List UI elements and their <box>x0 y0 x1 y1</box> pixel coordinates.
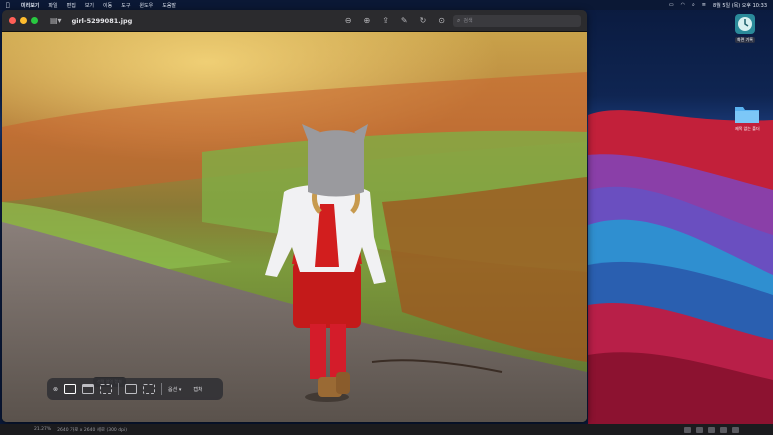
status-icon-5[interactable] <box>732 426 739 433</box>
close-button[interactable] <box>9 17 16 24</box>
menu-app-name[interactable]: 미리보기 <box>21 2 39 9</box>
capture-selection-button[interactable] <box>100 384 113 394</box>
zoom-in-icon[interactable]: ⊕ <box>363 16 370 25</box>
status-icon-2[interactable] <box>696 426 703 433</box>
sidebar-toggle-icon[interactable]: ▤▾ <box>50 16 62 25</box>
options-button[interactable]: 옵션 ▾ <box>168 386 181 393</box>
status-icons <box>684 426 739 433</box>
battery-icon[interactable]: ▭ <box>669 2 674 8</box>
capture-button[interactable]: 캡처 <box>193 386 202 393</box>
time-machine-icon <box>735 14 755 34</box>
menu-help[interactable]: 도움말 <box>162 2 176 9</box>
menu-clock[interactable]: 8월 5일 (목) 오후 10:33 <box>713 2 767 9</box>
rotate-icon[interactable]: ↻ <box>420 16 427 25</box>
search-spotlight-icon[interactable]: ⌕ <box>692 2 695 8</box>
hud-divider <box>118 383 120 395</box>
hud-divider-2 <box>161 383 163 395</box>
wifi-icon[interactable]: ◠ <box>681 2 685 8</box>
capture-entire-screen-button[interactable] <box>64 384 77 394</box>
search-icon: ⌕ <box>457 16 461 24</box>
search-placeholder: 검색 <box>463 18 473 24</box>
apple-icon[interactable]:  <box>6 2 12 9</box>
minimize-button[interactable] <box>20 17 27 24</box>
folder-icon <box>735 107 760 123</box>
menu-view[interactable]: 보기 <box>85 2 94 9</box>
zoom-level: 21.27% <box>34 427 52 432</box>
control-center-icon[interactable]: ≡ <box>702 2 706 8</box>
menu-bar:  미리보기 파일 편집 보기 이동 도구 윈도우 도움말 ▭ ◠ ⌕ ≡ 8월… <box>0 0 773 10</box>
record-screen-button[interactable] <box>125 384 138 394</box>
desktop-icon-untitled-folder[interactable]: 제목 없는 폴더 <box>733 104 762 132</box>
desktop-icon-label: 제목 없는 폴더 <box>735 126 760 131</box>
markup-pen-icon[interactable]: ✎ <box>401 16 408 25</box>
menu-window[interactable]: 윈도우 <box>139 2 153 9</box>
girl-photo <box>2 32 587 422</box>
zoom-button[interactable] <box>31 17 38 24</box>
close-hud-icon[interactable]: ⊗ <box>53 386 58 393</box>
menu-tools[interactable]: 도구 <box>121 2 130 9</box>
menu-edit[interactable]: 편집 <box>67 2 76 9</box>
photo-canvas[interactable]: 선택 영역 캡처 ⊗ 옵션 ▾ 캡처 <box>2 32 587 422</box>
menu-file[interactable]: 파일 <box>48 2 57 9</box>
wallpaper-waves <box>588 110 773 435</box>
status-icon-1[interactable] <box>684 426 691 433</box>
search-field[interactable]: ⌕ 검색 <box>453 14 581 27</box>
document-title: girl-5299081.jpg <box>71 16 133 25</box>
zoom-out-icon[interactable]: ⊖ <box>345 16 352 25</box>
status-icon-3[interactable] <box>708 426 715 433</box>
image-info: 2640 가로 x 2640 세로 (300 dpi) <box>57 427 127 433</box>
record-selection-button[interactable] <box>143 384 156 394</box>
markup-toolbar-icon[interactable]: ⊙ <box>438 16 445 25</box>
screenshot-hud: ⊗ 옵션 ▾ 캡처 <box>47 378 223 400</box>
desktop-icon-screen-recording[interactable]: 화면 기록 <box>734 13 756 43</box>
menu-go[interactable]: 이동 <box>103 2 112 9</box>
title-bar: ▤▾ girl-5299081.jpg ⊖ ⊕ ⇪ ✎ ↻ ⊙ ⌕ 검색 <box>2 10 587 32</box>
capture-window-button[interactable] <box>82 384 95 394</box>
status-bar: 21.27% 2640 가로 x 2640 세로 (300 dpi) <box>0 424 773 435</box>
share-icon[interactable]: ⇪ <box>382 16 389 25</box>
desktop-icon-label: 화면 기록 <box>735 37 755 43</box>
status-icon-4[interactable] <box>720 426 727 433</box>
preview-window: ▤▾ girl-5299081.jpg ⊖ ⊕ ⇪ ✎ ↻ ⊙ ⌕ 검색 ⊗ 옵… <box>2 10 587 422</box>
